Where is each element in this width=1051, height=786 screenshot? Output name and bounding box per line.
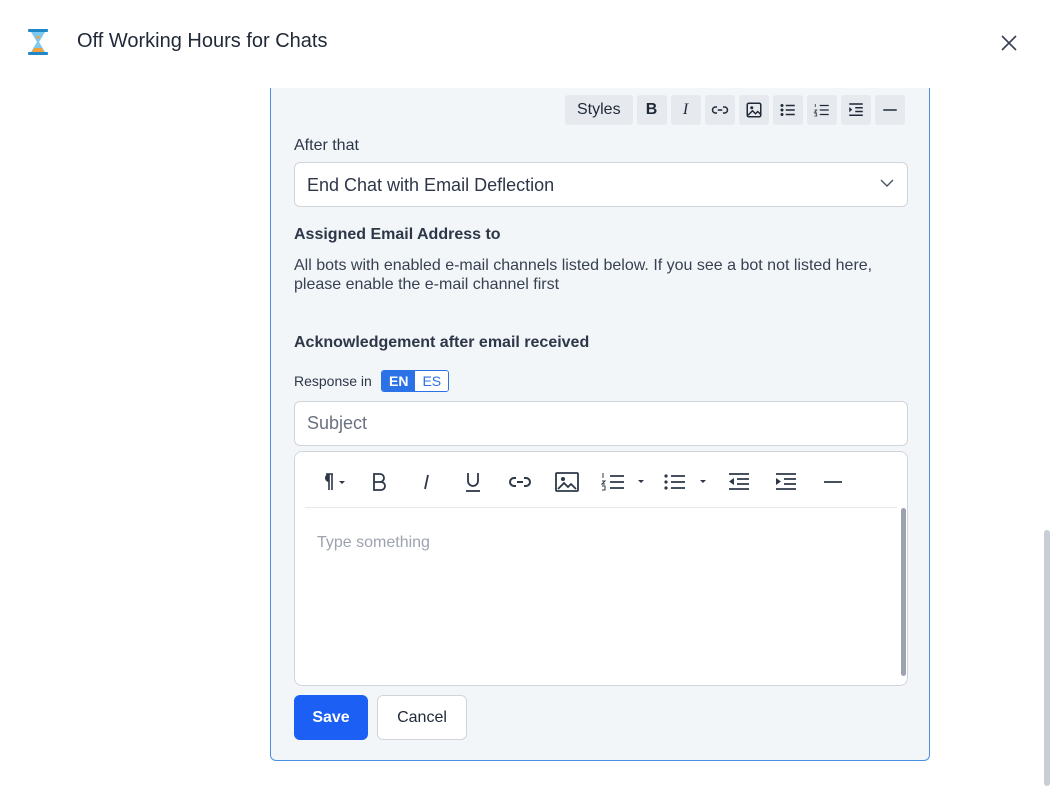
indent-icon bbox=[848, 103, 863, 116]
ordered-list-button[interactable] bbox=[806, 95, 837, 125]
link-button[interactable] bbox=[704, 95, 735, 125]
editor-indent-button[interactable] bbox=[772, 468, 800, 496]
page-title: Off Working Hours for Chats bbox=[77, 30, 328, 52]
subject-input[interactable] bbox=[294, 401, 908, 446]
close-icon[interactable] bbox=[997, 31, 1021, 55]
paragraph-icon bbox=[325, 473, 345, 490]
bullet-list-icon bbox=[664, 474, 706, 490]
italic-icon bbox=[424, 474, 429, 490]
assigned-email-heading: Assigned Email Address to bbox=[294, 226, 501, 243]
chevron-down-icon bbox=[880, 179, 894, 187]
image-button[interactable] bbox=[738, 95, 769, 125]
editor-link-button[interactable] bbox=[506, 468, 534, 496]
outdent-icon bbox=[729, 473, 749, 490]
response-in-label: Response in bbox=[294, 373, 372, 389]
editor-ordered-list-dropdown[interactable] bbox=[600, 468, 654, 496]
underline-icon bbox=[466, 473, 480, 492]
horizontal-rule-button[interactable] bbox=[874, 95, 905, 125]
indent-icon bbox=[776, 473, 796, 490]
bold-button[interactable]: B bbox=[636, 95, 667, 125]
editor-toolbar bbox=[305, 462, 897, 508]
editor-bullet-list-dropdown[interactable] bbox=[662, 468, 716, 496]
editor-outdent-button[interactable] bbox=[725, 468, 753, 496]
indent-button[interactable] bbox=[840, 95, 871, 125]
acknowledgement-heading: Acknowledgement after email received bbox=[294, 334, 590, 351]
editor-italic-button[interactable] bbox=[412, 468, 440, 496]
hourglass-icon bbox=[28, 29, 48, 55]
horizontal-rule-icon bbox=[824, 481, 842, 483]
horizontal-rule-icon bbox=[882, 109, 897, 111]
styles-dropdown[interactable]: Styles bbox=[565, 95, 633, 125]
bullet-list-button[interactable] bbox=[772, 95, 803, 125]
rich-text-editor[interactable]: Type something bbox=[294, 451, 908, 686]
image-icon bbox=[746, 102, 762, 118]
dialog-header: Off Working Hours for Chats bbox=[0, 0, 1051, 88]
ordered-list-icon bbox=[600, 473, 644, 491]
top-editor-toolbar: Styles B I bbox=[565, 95, 905, 125]
assigned-email-description: All bots with enabled e-mail channels li… bbox=[294, 257, 873, 293]
after-that-value: End Chat with Email Deflection bbox=[307, 175, 555, 195]
language-toggle: EN ES bbox=[381, 370, 450, 392]
link-icon bbox=[711, 106, 728, 114]
editor-image-button[interactable] bbox=[553, 468, 581, 496]
paragraph-dropdown[interactable] bbox=[315, 468, 355, 496]
language-en-tab[interactable]: EN bbox=[382, 371, 416, 391]
after-that-label: After that bbox=[294, 137, 359, 154]
language-es-tab[interactable]: ES bbox=[415, 371, 449, 391]
after-that-select[interactable]: End Chat with Email Deflection bbox=[294, 162, 908, 207]
editor-scrollbar[interactable] bbox=[901, 508, 906, 676]
page-scrollbar[interactable] bbox=[1044, 530, 1050, 786]
image-icon bbox=[555, 472, 579, 492]
editor-placeholder: Type something bbox=[317, 534, 430, 551]
link-icon bbox=[509, 477, 531, 487]
editor-bold-button[interactable] bbox=[365, 468, 393, 496]
italic-button[interactable]: I bbox=[670, 95, 701, 125]
editor-horizontal-rule-button[interactable] bbox=[819, 468, 847, 496]
editor-underline-button[interactable] bbox=[459, 468, 487, 496]
ordered-list-icon bbox=[813, 104, 829, 117]
cancel-button[interactable]: Cancel bbox=[377, 695, 467, 740]
bullet-list-icon bbox=[780, 104, 795, 116]
save-button[interactable]: Save bbox=[294, 695, 368, 740]
bold-icon bbox=[373, 473, 386, 491]
